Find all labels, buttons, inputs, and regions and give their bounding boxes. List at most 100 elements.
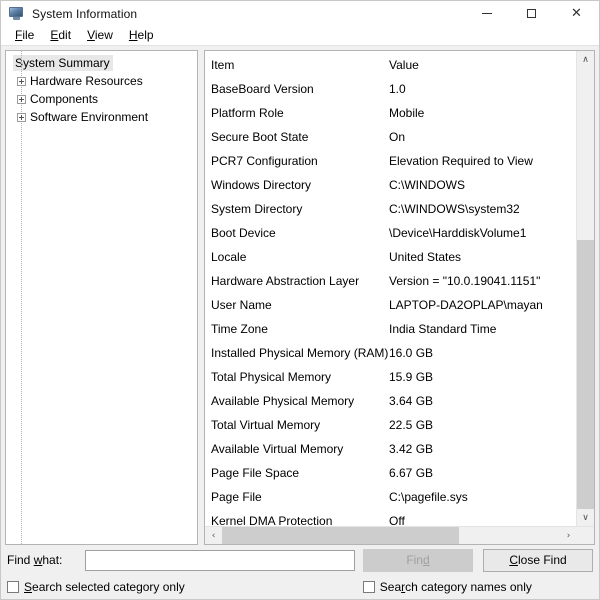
column-header-value: Value — [389, 58, 576, 72]
table-row[interactable]: Page FileC:\pagefile.sys — [205, 485, 576, 509]
row-value-cell: United States — [389, 250, 576, 264]
checkbox-box-icon[interactable] — [7, 581, 19, 593]
row-item-cell: Available Physical Memory — [205, 394, 389, 408]
row-item-cell: Windows Directory — [205, 178, 389, 192]
tree-item-hardware-resources[interactable]: Hardware Resources — [6, 72, 197, 90]
row-value-cell: 16.0 GB — [389, 346, 576, 360]
row-value-cell: C:\WINDOWS\system32 — [389, 202, 576, 216]
table-row[interactable]: Page File Space6.67 GB — [205, 461, 576, 485]
find-bar: Find what: Find Close Find — [1, 545, 599, 575]
find-what-label: Find what: — [7, 553, 85, 567]
table-row[interactable]: Total Physical Memory15.9 GB — [205, 365, 576, 389]
row-item-cell: Total Virtual Memory — [205, 418, 389, 432]
table-row[interactable]: Available Virtual Memory3.42 GB — [205, 437, 576, 461]
menu-item-view[interactable]: View — [79, 26, 121, 45]
row-item-cell: Boot Device — [205, 226, 389, 240]
horizontal-scrollbar[interactable]: ‹ › — [205, 526, 594, 544]
table-row[interactable]: Total Virtual Memory22.5 GB — [205, 413, 576, 437]
row-item-cell: Page File Space — [205, 466, 389, 480]
column-header-item: Item — [205, 58, 389, 72]
menu-item-help[interactable]: Help — [121, 26, 162, 45]
maximize-button[interactable] — [509, 1, 554, 26]
table-row[interactable]: LocaleUnited States — [205, 245, 576, 269]
window-controls: ✕ — [464, 1, 599, 26]
row-item-cell: BaseBoard Version — [205, 82, 389, 96]
row-value-cell: Elevation Required to View — [389, 154, 576, 168]
scroll-left-icon[interactable]: ‹ — [205, 527, 222, 544]
row-item-cell: Locale — [205, 250, 389, 264]
tree-item-label: System Summary — [13, 55, 113, 71]
menu-item-file[interactable]: File — [7, 26, 42, 45]
row-item-cell: PCR7 Configuration — [205, 154, 389, 168]
table-row[interactable]: PCR7 ConfigurationElevation Required to … — [205, 149, 576, 173]
menu-label-view-rest: iew — [95, 28, 113, 42]
system-information-window: System Information ✕ File Edit View Help… — [0, 0, 600, 600]
table-row[interactable]: Time ZoneIndia Standard Time — [205, 317, 576, 341]
table-row[interactable]: Windows DirectoryC:\WINDOWS — [205, 173, 576, 197]
vertical-scroll-track[interactable] — [577, 68, 594, 509]
table-row[interactable]: Available Physical Memory3.64 GB — [205, 389, 576, 413]
details-rows[interactable]: ItemValueBaseBoard Version1.0Platform Ro… — [205, 51, 576, 526]
table-row[interactable]: Platform RoleMobile — [205, 101, 576, 125]
category-tree[interactable]: System Summary Hardware Resources Compon… — [5, 50, 198, 545]
table-row[interactable]: Kernel DMA ProtectionOff — [205, 509, 576, 526]
table-row[interactable]: BaseBoard Version1.0 — [205, 77, 576, 101]
expand-plus-icon[interactable] — [17, 95, 26, 104]
expand-plus-icon[interactable] — [17, 113, 26, 122]
vertical-scrollbar[interactable]: ∧ ∨ — [576, 51, 594, 526]
row-value-cell: Version = "10.0.19041.1151" — [389, 274, 576, 288]
minimize-icon — [482, 13, 492, 14]
horizontal-scroll-track[interactable] — [222, 527, 560, 544]
expand-plus-icon[interactable] — [17, 77, 26, 86]
row-value-cell: C:\pagefile.sys — [389, 490, 576, 504]
minimize-button[interactable] — [464, 1, 509, 26]
row-item-cell: Time Zone — [205, 322, 389, 336]
close-button[interactable]: ✕ — [554, 1, 599, 26]
find-button[interactable]: Find — [363, 549, 473, 572]
row-item-cell: Available Virtual Memory — [205, 442, 389, 456]
details-list: ItemValueBaseBoard Version1.0Platform Ro… — [204, 50, 595, 545]
horizontal-scroll-thumb[interactable] — [222, 527, 459, 544]
row-value-cell: On — [389, 130, 576, 144]
find-input[interactable] — [85, 550, 355, 571]
checkbox-box-icon[interactable] — [363, 581, 375, 593]
vertical-scroll-thumb[interactable] — [577, 240, 594, 509]
row-value-cell: Off — [389, 514, 576, 526]
search-selected-category-checkbox[interactable]: Search selected category only — [7, 580, 185, 594]
row-item-cell: Secure Boot State — [205, 130, 389, 144]
scroll-up-icon[interactable]: ∧ — [577, 51, 594, 68]
table-row[interactable]: Installed Physical Memory (RAM)16.0 GB — [205, 341, 576, 365]
search-category-names-checkbox[interactable]: Search category names only — [363, 580, 532, 594]
list-header-row[interactable]: ItemValue — [205, 53, 576, 77]
tree-item-software-environment[interactable]: Software Environment — [6, 108, 197, 126]
menu-label-file-rest: ile — [22, 28, 34, 42]
details-list-inner: ItemValueBaseBoard Version1.0Platform Ro… — [205, 51, 594, 526]
row-item-cell: Kernel DMA Protection — [205, 514, 389, 526]
scroll-down-icon[interactable]: ∨ — [577, 509, 594, 526]
menu-label-edit-rest: dit — [58, 28, 71, 42]
row-value-cell: 3.64 GB — [389, 394, 576, 408]
table-row[interactable]: Hardware Abstraction LayerVersion = "10.… — [205, 269, 576, 293]
content-area: System Summary Hardware Resources Compon… — [1, 46, 599, 545]
tree-item-label: Hardware Resources — [30, 74, 143, 88]
row-item-cell: User Name — [205, 298, 389, 312]
row-item-cell: Total Physical Memory — [205, 370, 389, 384]
row-value-cell: 22.5 GB — [389, 418, 576, 432]
close-find-button[interactable]: Close Find — [483, 549, 593, 572]
scrollbar-corner — [577, 527, 594, 544]
window-title: System Information — [32, 7, 137, 21]
table-row[interactable]: User NameLAPTOP-DA2OPLAP\mayan — [205, 293, 576, 317]
table-row[interactable]: System DirectoryC:\WINDOWS\system32 — [205, 197, 576, 221]
row-item-cell: Installed Physical Memory (RAM) — [205, 346, 389, 360]
tree-item-system-summary[interactable]: System Summary — [6, 54, 197, 72]
tree-item-label: Software Environment — [30, 110, 148, 124]
title-bar: System Information ✕ — [1, 1, 599, 26]
table-row[interactable]: Secure Boot StateOn — [205, 125, 576, 149]
table-row[interactable]: Boot Device\Device\HarddiskVolume1 — [205, 221, 576, 245]
menu-item-edit[interactable]: Edit — [42, 26, 79, 45]
tree-item-components[interactable]: Components — [6, 90, 197, 108]
close-icon: ✕ — [571, 7, 582, 20]
row-value-cell: 6.67 GB — [389, 466, 576, 480]
scroll-right-icon[interactable]: › — [560, 527, 577, 544]
row-item-cell: System Directory — [205, 202, 389, 216]
